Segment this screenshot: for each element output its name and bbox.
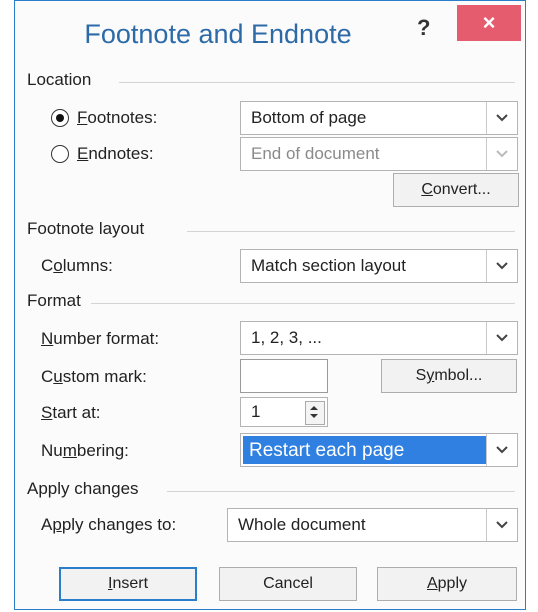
apply-button[interactable]: Apply bbox=[377, 567, 517, 601]
number-format-value: 1, 2, 3, ... bbox=[251, 328, 322, 347]
chevron-down-icon[interactable] bbox=[486, 322, 517, 354]
endnotes-label: Endnotes: bbox=[77, 144, 154, 163]
apply-changes-separator bbox=[167, 491, 515, 492]
apply-changes-to-value: Whole document bbox=[238, 515, 366, 534]
number-format-label: Number format: bbox=[41, 329, 160, 348]
start-at-spinner[interactable]: 1 bbox=[240, 397, 328, 427]
apply-changes-to-select[interactable]: Whole document bbox=[227, 508, 518, 542]
endnotes-position-value: End of document bbox=[251, 144, 380, 163]
location-separator bbox=[119, 82, 515, 83]
footnotes-label: Footnotes: bbox=[77, 108, 158, 127]
spinner-arrows-icon[interactable] bbox=[305, 401, 325, 425]
footnotes-position-value: Bottom of page bbox=[251, 108, 367, 127]
start-at-value: 1 bbox=[251, 402, 261, 421]
chevron-down-icon[interactable] bbox=[486, 138, 517, 170]
layout-separator bbox=[187, 231, 515, 232]
help-button[interactable]: ? bbox=[417, 15, 430, 41]
numbering-selection-highlight: Restart each page bbox=[243, 436, 487, 464]
title-bar[interactable]: Footnote and Endnote ? × bbox=[15, 1, 525, 67]
symbol-button[interactable]: Symbol... bbox=[381, 359, 517, 393]
apply-changes-to-label: Apply changes to: bbox=[41, 515, 177, 534]
dialog-title: Footnote and Endnote bbox=[84, 19, 352, 49]
chevron-down-icon[interactable] bbox=[486, 509, 517, 541]
format-separator bbox=[91, 303, 515, 304]
chevron-down-icon[interactable] bbox=[486, 250, 517, 282]
footnote-endnote-dialog: Footnote and Endnote ? × Location Footno… bbox=[14, 0, 526, 610]
number-format-select[interactable]: 1, 2, 3, ... bbox=[240, 321, 518, 355]
start-at-label: Start at: bbox=[41, 403, 101, 422]
endnotes-radio[interactable] bbox=[51, 145, 69, 163]
custom-mark-input[interactable] bbox=[240, 359, 328, 393]
insert-button[interactable]: Insert bbox=[59, 567, 197, 601]
numbering-value: Restart each page bbox=[249, 440, 405, 461]
footnotes-position-select[interactable]: Bottom of page bbox=[240, 101, 518, 135]
chevron-down-icon[interactable] bbox=[486, 102, 517, 134]
columns-label: Columns: bbox=[41, 256, 113, 275]
convert-button[interactable]: Convert... bbox=[393, 173, 519, 207]
apply-changes-heading: Apply changes bbox=[27, 479, 139, 498]
columns-select[interactable]: Match section layout bbox=[240, 249, 518, 283]
numbering-label: Numbering: bbox=[41, 441, 129, 460]
custom-mark-label: Custom mark: bbox=[41, 367, 147, 386]
columns-value: Match section layout bbox=[251, 256, 406, 275]
cancel-button[interactable]: Cancel bbox=[219, 567, 357, 601]
chevron-down-icon[interactable] bbox=[486, 434, 517, 466]
footnote-layout-heading: Footnote layout bbox=[27, 219, 145, 238]
footnotes-radio[interactable] bbox=[51, 109, 69, 127]
radio-selected-dot bbox=[55, 113, 64, 122]
format-heading: Format bbox=[27, 291, 81, 310]
location-heading: Location bbox=[27, 70, 92, 89]
numbering-select[interactable]: Restart each page bbox=[240, 433, 518, 467]
endnotes-position-select[interactable]: End of document bbox=[240, 137, 518, 171]
close-button[interactable]: × bbox=[457, 5, 521, 41]
